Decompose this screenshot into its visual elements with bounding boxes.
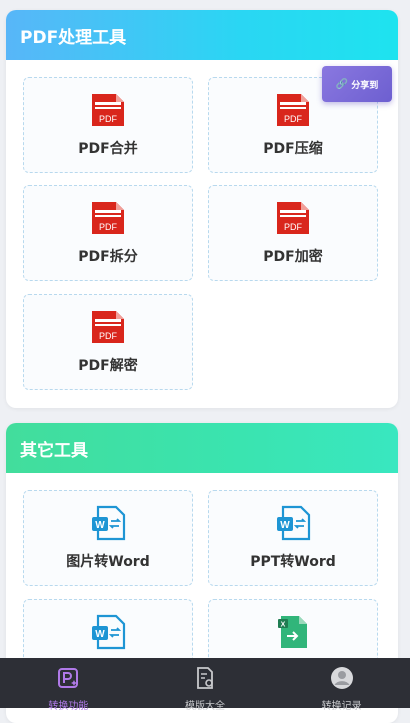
tool-pdf-encrypt[interactable]: PDF PDF加密: [208, 185, 378, 281]
tool-label: 图片转Word: [66, 554, 150, 570]
nav-item-convert[interactable]: 转换功能: [0, 658, 137, 712]
tool-label: PDF压缩: [263, 141, 323, 157]
tool-pdf-split[interactable]: PDF PDF拆分: [23, 185, 193, 281]
tool-pdf-decrypt[interactable]: PDF PDF解密: [23, 294, 193, 390]
template-icon: [193, 666, 217, 694]
pdf-icon: PDF: [275, 92, 311, 128]
share-button[interactable]: 🔗 分享到: [322, 66, 392, 102]
tool-pdf-merge[interactable]: PDF PDF合并: [23, 77, 193, 173]
nav-label: 转换记录: [321, 701, 362, 712]
excel-icon: X: [275, 614, 311, 650]
pdf-icon: PDF: [90, 309, 126, 345]
bottom-nav: 转换功能 模版大全 转换记录: [0, 658, 410, 712]
svg-text:W: W: [280, 520, 290, 531]
nav-item-history[interactable]: 转换记录: [273, 658, 410, 712]
tool-image-to-word[interactable]: W 图片转Word: [23, 490, 193, 586]
svg-text:PDF: PDF: [99, 222, 118, 232]
word-icon: W: [275, 505, 311, 541]
tool-ppt-to-word[interactable]: W PPT转Word: [208, 490, 378, 586]
tool-label: PDF加密: [263, 249, 323, 265]
svg-text:PDF: PDF: [284, 222, 303, 232]
user-avatar-icon: [330, 666, 354, 694]
nav-label: 模版大全: [185, 701, 225, 712]
word-icon: W: [90, 505, 126, 541]
other-section-title: 其它工具: [20, 440, 88, 461]
tool-label: PDF拆分: [78, 249, 138, 265]
tool-label: PDF解密: [78, 358, 138, 374]
nav-label: 转换功能: [48, 701, 89, 712]
pdf-icon: PDF: [275, 200, 311, 236]
pdf-icon: PDF: [90, 92, 126, 128]
other-section-header: 其它工具: [6, 423, 398, 473]
svg-text:PDF: PDF: [284, 114, 303, 124]
convert-icon: [56, 666, 80, 694]
share-label: 分享到: [351, 80, 379, 91]
svg-text:W: W: [95, 629, 105, 640]
svg-text:PDF: PDF: [99, 331, 118, 341]
pdf-icon: PDF: [90, 200, 126, 236]
tool-label: PDF合并: [78, 141, 138, 157]
svg-text:W: W: [95, 520, 105, 531]
pdf-section-title: PDF处理工具: [20, 27, 127, 48]
tool-label: PPT转Word: [250, 554, 336, 570]
word-icon: W: [90, 614, 126, 650]
pdf-section-header: PDF处理工具: [6, 10, 398, 60]
svg-text:PDF: PDF: [99, 114, 118, 124]
nav-item-templates[interactable]: 模版大全: [137, 658, 274, 712]
svg-text:X: X: [281, 622, 286, 629]
link-icon: 🔗: [335, 78, 349, 90]
